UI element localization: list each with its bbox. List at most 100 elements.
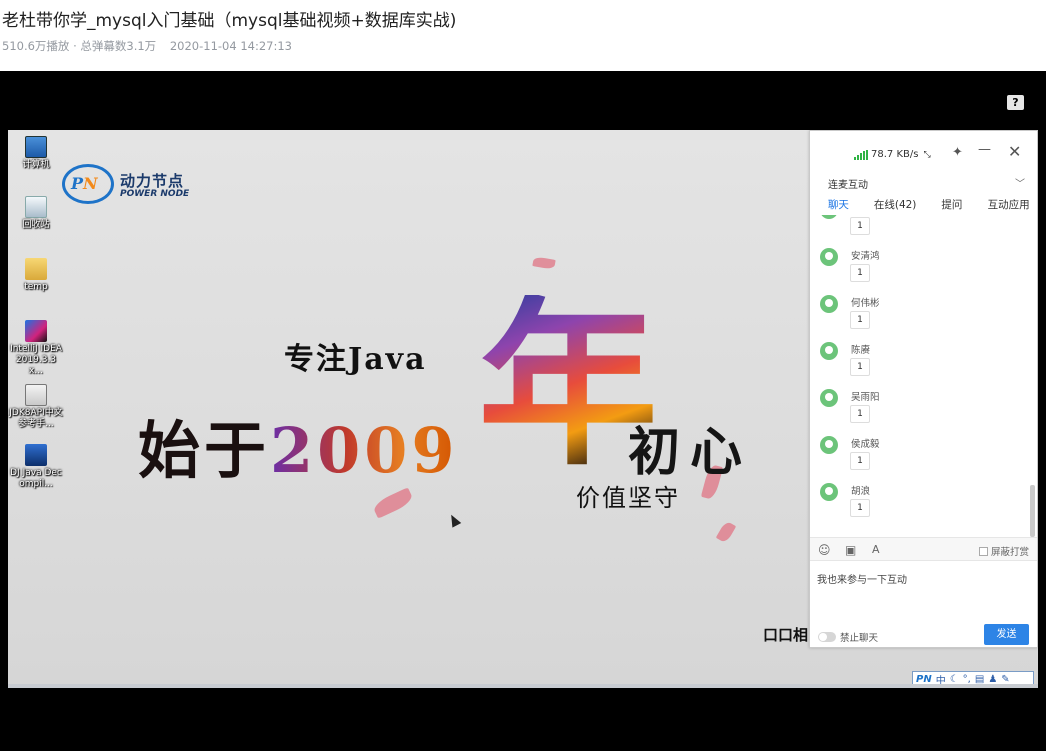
slide-original-intention: 初心 <box>628 422 753 483</box>
avatar <box>820 342 838 360</box>
checkbox-box[interactable] <box>978 546 988 556</box>
recycle-bin-icon <box>25 196 47 218</box>
pin-icon[interactable]: ✦ <box>952 145 963 160</box>
tab-interactive-apps[interactable]: 互动应用 <box>980 195 1037 215</box>
chat-message: 陈赓 1 <box>820 342 1020 389</box>
computer-icon <box>25 136 47 158</box>
chat-messages[interactable]: 1 安清鸿 1 何伟彬 1 陈赓 1 吴雨阳 1 侯成毅 1 胡浪 1 <box>810 215 1037 537</box>
live-chat-window[interactable]: 78.7 KB/s ⤡ ✦ — ✕ 连麦互动 ﹀ 聊天 在线(42) 提问 互动… <box>809 130 1038 648</box>
chat-message: 胡浪 1 <box>820 483 1020 530</box>
slide-focus-java: 专注Java <box>284 342 427 377</box>
video-meta: 510.6万播放 · 总弹幕数3.1万 2020-11-04 14:27:13 <box>2 38 292 54</box>
publish-date: 2020-11-04 14:27:13 <box>169 39 292 53</box>
signal-icon <box>854 149 868 160</box>
desktop-icon-dj-decompiler: DJ Java Decompil... <box>8 444 64 490</box>
mute-chat-toggle[interactable]: 禁止聊天 <box>818 630 878 644</box>
help-file-icon <box>25 384 47 406</box>
desktop-icon-jdk-api: JDK8API中文参考手... <box>8 384 64 430</box>
intellij-icon <box>25 320 47 342</box>
logo-mark-n: N <box>83 174 98 193</box>
message-bubble: 1 <box>850 358 870 376</box>
sender-name: 陈赓 <box>851 345 871 356</box>
decorative-petal <box>532 256 556 270</box>
logo-mark: PN <box>71 174 98 193</box>
avatar <box>820 483 838 501</box>
play-count: 510.6万播放 <box>2 39 70 53</box>
toggle-switch[interactable] <box>818 632 836 642</box>
slide-partial-text: 口口相 <box>763 626 809 644</box>
page: 老杜带你学_mysql入门基础（mysql基础视频+数据库实战) 510.6万播… <box>0 0 1046 751</box>
desktop-icon-label: 回收站 <box>22 220 50 230</box>
tab-online[interactable]: 在线(42) <box>867 195 924 215</box>
mouse-cursor-icon <box>446 512 462 528</box>
send-button[interactable]: 发送 <box>984 624 1029 645</box>
slide-since-year: 2009 <box>270 414 459 487</box>
mute-label: 禁止聊天 <box>840 633 879 644</box>
desktop-icon-temp: temp <box>8 258 64 293</box>
block-tips-label: 屏蔽打赏 <box>990 547 1029 558</box>
folder-icon <box>25 258 47 280</box>
tab-chat[interactable]: 聊天 <box>810 195 867 215</box>
sender-name: 何伟彬 <box>851 298 880 309</box>
desktop-icon-label: 计算机 <box>22 160 50 170</box>
close-icon[interactable]: ✕ <box>1008 142 1021 161</box>
avatar <box>820 295 838 313</box>
sender-name: 侯成毅 <box>851 439 880 450</box>
slide-since: 始于2009 <box>138 400 459 490</box>
desktop-icon-label: IntelliJ IDEA 2019.3.3 x... <box>10 344 62 376</box>
block-tips-checkbox[interactable]: 屏蔽打赏 <box>978 544 1029 558</box>
message-bubble: 1 <box>850 264 870 282</box>
image-icon[interactable]: ▣ <box>845 543 856 557</box>
speed-value: 78.7 KB/s <box>871 149 919 160</box>
chat-tabs: 聊天 在线(42) 提问 互动应用 <box>810 195 1037 215</box>
desktop-icon-label: JDK8API中文参考手... <box>9 408 63 429</box>
chat-scrollbar[interactable] <box>1030 485 1035 537</box>
desktop-icon-recycle-bin: 回收站 <box>8 196 64 231</box>
chat-message: 1 <box>820 215 1020 248</box>
chevron-down-icon[interactable]: ﹀ <box>1015 175 1025 190</box>
message-bubble: 1 <box>850 405 870 423</box>
desktop-icon-label: temp <box>24 282 48 292</box>
danmaku-count: 总弹幕数3.1万 <box>80 39 157 53</box>
sender-name: 胡浪 <box>851 486 871 497</box>
mode-select[interactable]: 连麦互动 <box>828 176 868 191</box>
logo-name-cn: 动力节点 <box>120 172 185 190</box>
emoji-icon[interactable]: ☺ <box>818 543 831 557</box>
desktop-icon-computer: 计算机 <box>8 136 64 171</box>
logo-mark-p: P <box>71 174 84 193</box>
chat-message: 侯成毅 1 <box>820 436 1020 483</box>
slide-since-prefix: 始于 <box>138 414 271 487</box>
sender-name: 吴雨阳 <box>851 392 880 403</box>
decorative-petal <box>371 487 415 519</box>
help-button[interactable]: ? <box>1007 95 1024 110</box>
tab-questions[interactable]: 提问 <box>924 195 981 215</box>
video-title: 老杜带你学_mysql入门基础（mysql基础视频+数据库实战) <box>2 11 457 31</box>
message-bubble: 1 <box>850 452 870 470</box>
avatar <box>820 248 838 266</box>
chat-message: 何伟彬 1 <box>820 295 1020 342</box>
taskbar <box>8 684 1038 688</box>
video-player[interactable]: ? 计算机 回收站 temp IntelliJ IDEA 2019.3.3 x.… <box>0 71 1046 751</box>
desktop-icon-label: DJ Java Decompil... <box>10 468 62 489</box>
sender-name: 安清鸿 <box>851 251 880 262</box>
font-icon[interactable]: A <box>872 543 880 556</box>
chat-message: 吴雨阳 1 <box>820 389 1020 436</box>
chat-message: 安清鸿 1 <box>820 248 1020 295</box>
avatar <box>820 389 838 407</box>
power-node-logo: PN 动力节点 POWER NODE <box>62 164 212 206</box>
message-bubble: 1 <box>850 499 870 517</box>
chat-toolbar: ☺ ▣ A 屏蔽打赏 <box>810 537 1037 561</box>
minimize-icon[interactable]: — <box>978 142 991 157</box>
logo-name-en: POWER NODE <box>120 189 190 199</box>
chat-titlebar: 78.7 KB/s ⤡ ✦ — ✕ <box>810 131 1037 175</box>
desktop-icon-intellij: IntelliJ IDEA 2019.3.3 x... <box>8 320 64 377</box>
expand-icon[interactable]: ⤡ <box>923 150 930 160</box>
video-frame-desktop: 计算机 回收站 temp IntelliJ IDEA 2019.3.3 x...… <box>8 130 1038 688</box>
network-speed: 78.7 KB/s ⤡ <box>854 149 931 160</box>
avatar <box>820 436 838 454</box>
chat-input[interactable]: 我也来参与一下互动 <box>817 571 907 586</box>
slide-value: 价值坚守 <box>576 484 680 512</box>
message-bubble: 1 <box>850 311 870 329</box>
decompiler-icon <box>25 444 47 466</box>
message-bubble: 1 <box>850 217 870 235</box>
